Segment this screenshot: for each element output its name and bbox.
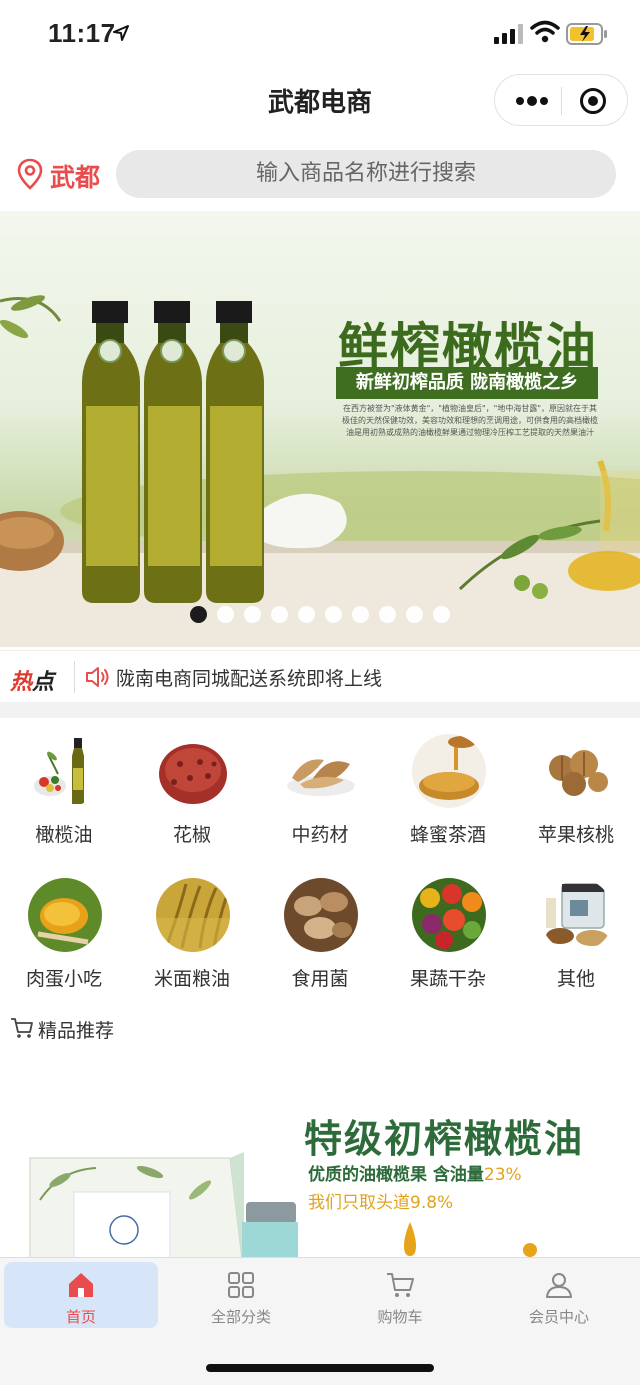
promo-headline: 特级初榨橄榄油 — [304, 1116, 585, 1161]
carousel-dot[interactable] — [217, 606, 234, 623]
carousel-dot[interactable] — [298, 606, 315, 623]
category-mushroom[interactable]: 食用菌 — [256, 866, 384, 996]
promo-line-2: 我们只取头道9.8% — [308, 1193, 454, 1213]
cart-icon — [387, 1273, 414, 1297]
tab-categories[interactable]: 全部分类 — [164, 1262, 318, 1328]
category-label: 蜂蜜茶酒 — [409, 824, 486, 846]
other-icon — [540, 878, 614, 952]
more-icon[interactable] — [515, 91, 549, 111]
news-ticker[interactable]: 热点 陇南电商同城配送系统即将上线 — [0, 650, 640, 702]
egg-snack-icon — [28, 878, 102, 952]
search-input[interactable]: 输入商品名称进行搜索 — [116, 150, 616, 198]
carousel-dot[interactable] — [244, 606, 261, 623]
category-label: 橄榄油 — [35, 824, 93, 846]
carousel-dot[interactable] — [379, 606, 396, 623]
sichuan-pepper-icon — [156, 734, 230, 808]
banner-body: 在西方被誉为"液体黄金"，"植物油皇后"，"地中海甘露"，原因就在于其极佳的天然… — [342, 404, 598, 437]
category-label: 中药材 — [291, 824, 349, 846]
carousel-dot[interactable] — [406, 606, 423, 623]
category-grain[interactable]: 米面粮油 — [128, 866, 256, 996]
news-divider — [74, 661, 75, 693]
banner-subline: 新鲜初榨品质 陇南橄榄之乡 — [336, 367, 598, 399]
category-label: 其他 — [556, 968, 595, 990]
search-row: 武都 输入商品名称进行搜索 — [0, 150, 640, 198]
tab-label: 会员中心 — [528, 1308, 589, 1326]
category-olive-oil[interactable]: 橄榄油 — [0, 722, 128, 852]
grain-icon — [156, 878, 230, 952]
category-label: 苹果核桃 — [537, 824, 614, 846]
tab-label: 首页 — [65, 1308, 96, 1326]
tab-home[interactable]: 首页 — [4, 1262, 158, 1328]
navigation-header: 武都电商 — [0, 68, 640, 132]
promo-banner[interactable]: 特级初榨橄榄油 优质的油橄榄果 含油量23% 我们只取头道9.8% — [0, 1060, 640, 1260]
home-icon — [69, 1273, 93, 1297]
hot-badge: 热点 — [10, 670, 55, 695]
carousel-dot[interactable] — [352, 606, 369, 623]
bottom-tab-bar: 首页 全部分类 购物车 会员中心 — [0, 1257, 640, 1385]
tab-cart[interactable]: 购物车 — [323, 1262, 477, 1328]
category-label: 果蔬干杂 — [409, 968, 486, 990]
category-honey[interactable]: 蜂蜜茶酒 — [384, 722, 512, 852]
category-other[interactable]: 其他 — [512, 866, 640, 996]
category-fruit-veg[interactable]: 果蔬干杂 — [384, 866, 512, 996]
news-text: 陇南电商同城配送系统即将上线 — [116, 668, 383, 690]
category-label: 食用菌 — [291, 968, 349, 990]
banner-carousel[interactable]: 鲜榨橄榄油 新鲜初榨品质 陇南橄榄之乡 在西方被誉为"液体黄金"，"植物油皇后"… — [0, 211, 640, 647]
tab-member[interactable]: 会员中心 — [482, 1262, 636, 1328]
cellular-signal-icon — [494, 24, 523, 44]
grid-icon — [228, 1272, 254, 1298]
speaker-icon — [86, 667, 109, 687]
recommend-title: 精品推荐 — [38, 1020, 115, 1042]
carousel-dot[interactable] — [271, 606, 288, 623]
status-bar: 11:17 — [0, 0, 640, 68]
honey-icon — [412, 734, 486, 808]
mini-program-capsule — [494, 74, 628, 126]
battery-icon — [566, 23, 607, 45]
home-indicator — [206, 1364, 434, 1372]
section-gap — [0, 702, 640, 718]
olive-oil-icon — [28, 734, 102, 808]
location-label[interactable]: 武都 — [50, 158, 100, 194]
category-label: 肉蛋小吃 — [25, 968, 102, 990]
carousel-dot[interactable] — [433, 606, 450, 623]
close-target-icon[interactable] — [579, 87, 607, 115]
carousel-dot[interactable] — [190, 606, 207, 623]
capsule-divider — [561, 87, 562, 115]
cart-icon — [11, 1018, 33, 1038]
wifi-icon — [530, 20, 560, 43]
category-egg-snack[interactable]: 肉蛋小吃 — [0, 866, 128, 996]
carousel-dot[interactable] — [325, 606, 342, 623]
tab-label: 购物车 — [377, 1308, 423, 1326]
location-arrow-icon — [113, 25, 129, 41]
mushroom-icon — [284, 878, 358, 952]
category-herbal-medicine[interactable]: 中药材 — [256, 722, 384, 852]
clock: 11:17 — [48, 18, 116, 48]
carousel-pagination — [0, 606, 640, 624]
location-pin-icon[interactable] — [16, 158, 44, 190]
category-label: 花椒 — [172, 824, 211, 846]
category-sichuan-pepper[interactable]: 花椒 — [128, 722, 256, 852]
walnut-icon — [540, 734, 614, 808]
category-walnut[interactable]: 苹果核桃 — [512, 722, 640, 852]
category-label: 米面粮油 — [153, 968, 230, 990]
promo-line-1: 优质的油橄榄果 含油量23% — [308, 1165, 522, 1185]
herbal-medicine-icon — [284, 734, 358, 808]
fruit-veg-icon — [412, 878, 486, 952]
user-icon — [546, 1273, 572, 1298]
tab-label: 全部分类 — [210, 1308, 271, 1326]
